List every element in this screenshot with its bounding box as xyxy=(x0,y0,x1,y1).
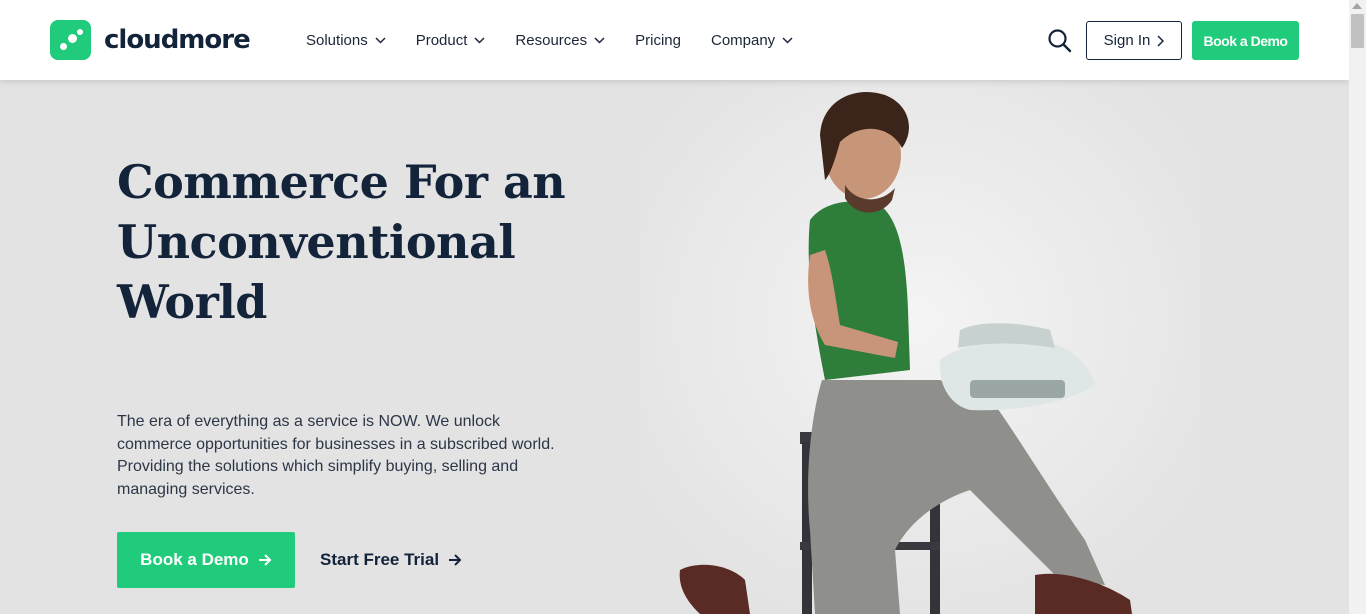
hero-book-demo-label: Book a Demo xyxy=(140,550,249,569)
nav-company[interactable]: Company xyxy=(711,32,793,49)
site-header: cloudmore Solutions Product Resources Pr… xyxy=(0,0,1349,80)
page: cloudmore Solutions Product Resources Pr… xyxy=(0,0,1349,614)
nav-label: Resources xyxy=(515,31,588,49)
nav-pricing[interactable]: Pricing xyxy=(635,32,681,49)
logo[interactable]: cloudmore xyxy=(50,20,251,60)
scrollbar-thumb[interactable] xyxy=(1351,14,1364,48)
chevron-down-icon xyxy=(375,36,386,44)
hero-title-line: Unconventional xyxy=(117,215,516,269)
nav-label: Pricing xyxy=(635,31,681,49)
nav-resources[interactable]: Resources xyxy=(515,32,605,49)
search-icon[interactable] xyxy=(1047,28,1073,54)
nav-label: Solutions xyxy=(306,31,368,49)
main-nav: Solutions Product Resources Pricing Comp… xyxy=(306,0,823,80)
hero-photo xyxy=(640,80,1200,614)
sign-in-button[interactable]: Sign In xyxy=(1086,21,1182,60)
hero-section: Commerce For an Unconventional World The… xyxy=(0,80,1349,614)
nav-solutions[interactable]: Solutions xyxy=(306,32,386,49)
start-free-trial-link[interactable]: Start Free Trial xyxy=(320,532,462,588)
chevron-down-icon xyxy=(594,36,605,44)
sign-in-label: Sign In xyxy=(1103,32,1151,49)
start-free-trial-label: Start Free Trial xyxy=(320,550,440,569)
logo-mark-icon xyxy=(50,20,91,60)
hero-title: Commerce For an Unconventional World xyxy=(117,152,597,332)
chevron-down-icon xyxy=(474,36,485,44)
hero-title-line: World xyxy=(117,275,267,329)
nav-product[interactable]: Product xyxy=(416,32,486,49)
hero-title-line: Commerce For an xyxy=(117,155,566,209)
arrow-right-icon xyxy=(258,554,272,566)
chevron-right-icon xyxy=(1157,34,1165,47)
scroll-up-arrow-icon[interactable] xyxy=(1352,3,1362,9)
nav-label: Company xyxy=(710,31,776,49)
nav-label: Product xyxy=(415,31,468,49)
logo-text: cloudmore xyxy=(104,25,251,55)
hero-description: The era of everything as a service is NO… xyxy=(117,413,555,498)
hero-book-demo-button[interactable]: Book a Demo xyxy=(117,532,295,588)
book-demo-button[interactable]: Book a Demo xyxy=(1192,21,1299,60)
page-scrollbar[interactable] xyxy=(1349,0,1366,614)
chevron-down-icon xyxy=(782,36,793,44)
arrow-right-icon xyxy=(448,554,462,566)
